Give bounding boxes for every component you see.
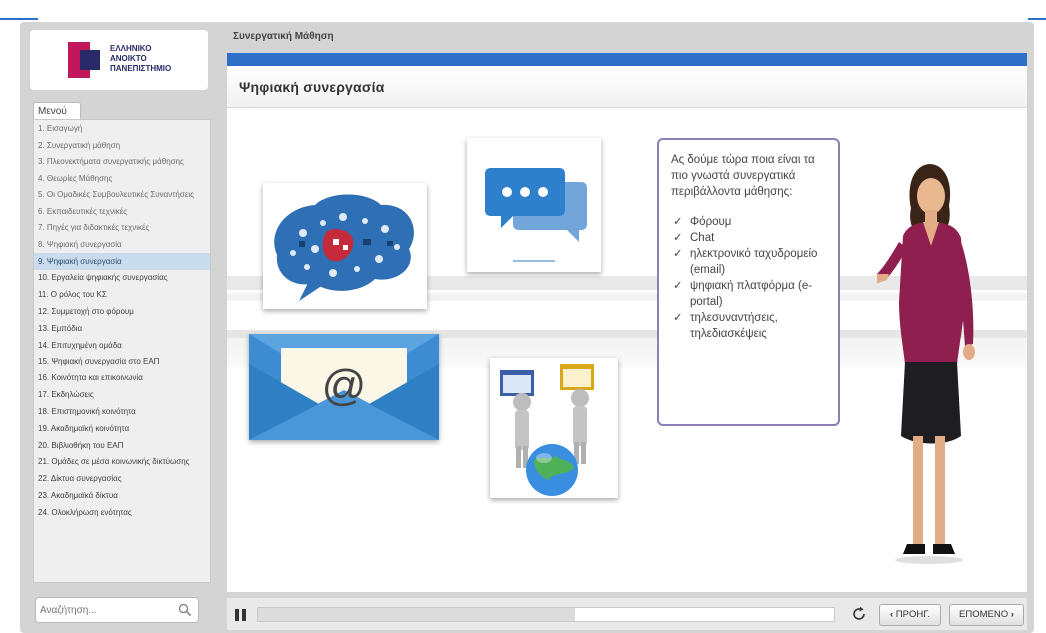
progress-fill [258, 608, 575, 621]
document-top-fragment [0, 0, 1046, 22]
sidebar-item[interactable]: 7. Πηγές για διδακτικές τεχνικές [34, 220, 210, 236]
accent-bar [227, 53, 1027, 66]
sidebar-item[interactable]: 9. Ψηφιακή συνεργασία [34, 253, 210, 270]
info-bubble: Ας δούμε τώρα ποια είναι τα πιο γνωστά σ… [657, 138, 840, 426]
sidebar-item[interactable]: 13. Εμπόδια [34, 320, 210, 337]
logo-mark-icon [68, 42, 100, 78]
checkmark-icon: ✓ [673, 248, 683, 260]
course-title: Συνεργατική Μάθηση [233, 31, 334, 42]
network-image [490, 358, 618, 498]
sidebar-item[interactable]: 23. Ακαδημαϊκά δίκτυα [34, 487, 210, 504]
sidebar-item[interactable]: 20. Βιβλιοθήκη του ΕΑΠ [34, 437, 210, 454]
sidebar-item[interactable]: 1. Εισαγωγή [34, 120, 210, 137]
progress-bar[interactable] [257, 607, 835, 622]
menu-tab[interactable]: Μενού [33, 102, 81, 120]
search-icon[interactable] [178, 603, 192, 617]
prev-button[interactable]: ‹ ΠΡΟΗΓ. [879, 604, 941, 626]
sidebar-item[interactable]: 19. Ακαδημαϊκή κοινότητα [34, 420, 210, 437]
chat-bubbles-icon [485, 168, 587, 262]
prev-arrow-icon: ‹ [889, 609, 894, 620]
globe-people-icon [500, 364, 594, 496]
checkmark-icon: ✓ [673, 216, 683, 228]
replay-icon[interactable] [851, 606, 867, 622]
top-accent-left [0, 18, 38, 20]
sidebar-item[interactable]: 17. Εκδηλώσεις [34, 386, 210, 403]
slide-header: Ψηφιακή συνεργασία [227, 66, 1027, 108]
sidebar-item[interactable]: 15. Ψηφιακή συνεργασία στο ΕΑΠ [34, 354, 210, 370]
presenter-character [877, 164, 975, 564]
checkmark-icon: ✓ [673, 280, 683, 292]
checkmark-icon: ✓ [673, 232, 683, 244]
next-button[interactable]: ΕΠΟΜΕΝΟ › [949, 604, 1024, 626]
sidebar-item[interactable]: 2. Συνεργατική μάθηση [34, 137, 210, 154]
logo-text: ΕΛΛΗΝΙΚΟ ΑΝΟΙΚΤΟ ΠΑΝΕΠΙΣΤΗΜΙΟ [110, 44, 171, 74]
environment-label: Chat [690, 232, 715, 244]
sidebar-item[interactable]: 4. Θεωρίες Μάθησης [34, 170, 210, 187]
sidebar-item[interactable]: 6. Εκπαιδευτικές τεχνικές [34, 203, 210, 220]
environments-list: ✓ Φόρουμ ✓ Chat ✓ ηλεκτρονικό ταχυδρομείο (em… [671, 214, 828, 342]
sidebar-item[interactable]: 12. Συμμετοχή στο φόρουμ [34, 303, 210, 320]
environment-label: ηλεκτρονικό ταχυδρομείο (email) [690, 248, 818, 276]
environment-item: ✓ ψηφιακή πλατφόρμα (e-portal) [671, 278, 828, 310]
top-accent-right [1028, 18, 1046, 20]
slide-canvas: Ψηφιακή συνεργασία @ Ας δούμε τώρα ποια … [227, 66, 1027, 592]
environment-item: ✓ τηλεσυναντήσεις, τηλεδιασκέψεις [671, 310, 828, 342]
search-box[interactable] [35, 597, 199, 623]
environment-label: ψηφιακή πλατφόρμα (e-portal) [690, 280, 813, 308]
sidebar: ΕΛΛΗΝΙΚΟ ΑΝΟΙΚΤΟ ΠΑΝΕΠΙΣΤΗΜΙΟ Μενού 1. Ε… [30, 30, 211, 630]
sidebar-item[interactable]: 8. Ψηφιακή συνεργασία [34, 236, 210, 253]
player-controls: ‹ ΠΡΟΗΓ. ΕΠΟΜΕΝΟ › [227, 598, 1027, 630]
sidebar-item[interactable]: 18. Επιστημονική κοινότητα [34, 403, 210, 420]
logo-line-3: ΠΑΝΕΠΙΣΤΗΜΙΟ [110, 64, 172, 73]
logo-line-1: ΕΛΛΗΝΙΚΟ [110, 44, 152, 53]
pause-icon[interactable] [235, 609, 247, 621]
sidebar-item[interactable]: 21. Ομάδες σε μέσα κοινωνικής δικτύωσης [34, 454, 210, 470]
at-sign: @ [321, 361, 367, 410]
sidebar-item[interactable]: 16. Κοινότητα και επικοινωνία [34, 370, 210, 386]
speech-cloud-icon [274, 194, 414, 301]
university-logo: ΕΛΛΗΝΙΚΟ ΑΝΟΙΚΤΟ ΠΑΝΕΠΙΣΤΗΜΙΟ [30, 30, 208, 90]
environment-label: τηλεσυναντήσεις, τηλεδιασκέψεις [690, 312, 778, 340]
bubble-intro: Ας δούμε τώρα ποια είναι τα πιο γνωστά σ… [671, 154, 815, 198]
slide-title: Ψηφιακή συνεργασία [239, 79, 385, 95]
environment-item: ✓ ηλεκτρονικό ταχυδρομείο (email) [671, 246, 828, 278]
environment-item: ✓ Chat [671, 230, 828, 246]
sidebar-item[interactable]: 22. Δίκτυα συνεργασίας [34, 470, 210, 487]
email-image: @ [249, 334, 439, 440]
sidebar-item[interactable]: 11. Ο ρόλος του ΚΣ [34, 286, 210, 303]
sidebar-item[interactable]: 3. Πλεονεκτήματα συνεργατικής μάθησης [34, 154, 210, 170]
next-label: ΕΠΟΜΕΝΟ [959, 609, 1009, 620]
menu-list: 1. Εισαγωγή 2. Συνεργατική μάθηση 3. Πλεον… [33, 119, 211, 583]
sidebar-item[interactable]: 24. Ολοκλήρωση ενότητας [34, 504, 210, 521]
search-input[interactable] [40, 601, 170, 619]
logo-line-2: ΑΝΟΙΚΤΟ [110, 54, 147, 63]
next-arrow-icon: › [1010, 609, 1014, 620]
checkmark-icon: ✓ [673, 312, 683, 324]
chat-image [467, 138, 601, 272]
environment-label: Φόρουμ [690, 216, 732, 228]
prev-label: ΠΡΟΗΓ. [895, 609, 931, 620]
environment-item: ✓ Φόρουμ [671, 214, 828, 230]
sidebar-item[interactable]: 14. Επιτυχημένη ομάδα [34, 337, 210, 354]
word-cloud-image [263, 183, 427, 309]
sidebar-item[interactable]: 10. Εργαλεία ψηφιακής συνεργασίας [34, 270, 210, 286]
sidebar-item[interactable]: 5. Οι Ομαδικές Συμβουλευτικές Συναντήσει… [34, 187, 210, 203]
